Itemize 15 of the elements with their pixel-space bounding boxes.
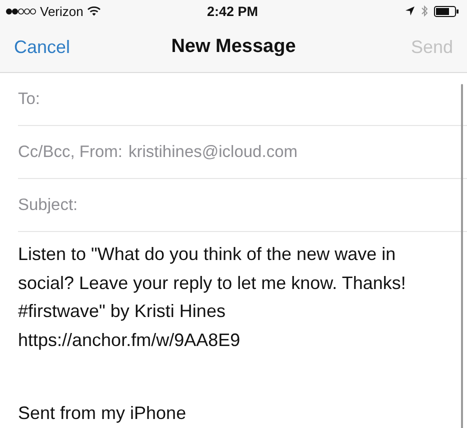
signal-icon <box>6 8 36 14</box>
battery-icon <box>434 6 459 16</box>
field-label[interactable]: Cc/Bcc, From: <box>18 142 123 162</box>
screen-title: New Message <box>171 36 296 58</box>
location-icon <box>405 6 415 16</box>
clock: 2:42 PM <box>206 4 260 18</box>
wifi-icon <box>87 6 102 16</box>
field-value[interactable]: kristihines@icloud.com <box>128 142 298 162</box>
field-label[interactable]: To: <box>18 90 40 108</box>
carrier-name: Verizon <box>40 4 84 18</box>
field-label[interactable]: Subject: <box>18 196 78 214</box>
message-text[interactable]: Sent from my iPhone <box>18 399 449 428</box>
bluetooth-icon <box>421 5 428 17</box>
message-text[interactable]: Listen to "What do you think of the new wave in social? Leave your reply to let me know. Thanks! #firstwave" by Kristi Hines https://anchor.fm/w/9AA8E9 <box>18 240 449 354</box>
cancel-button[interactable]: Cancel <box>14 36 70 58</box>
